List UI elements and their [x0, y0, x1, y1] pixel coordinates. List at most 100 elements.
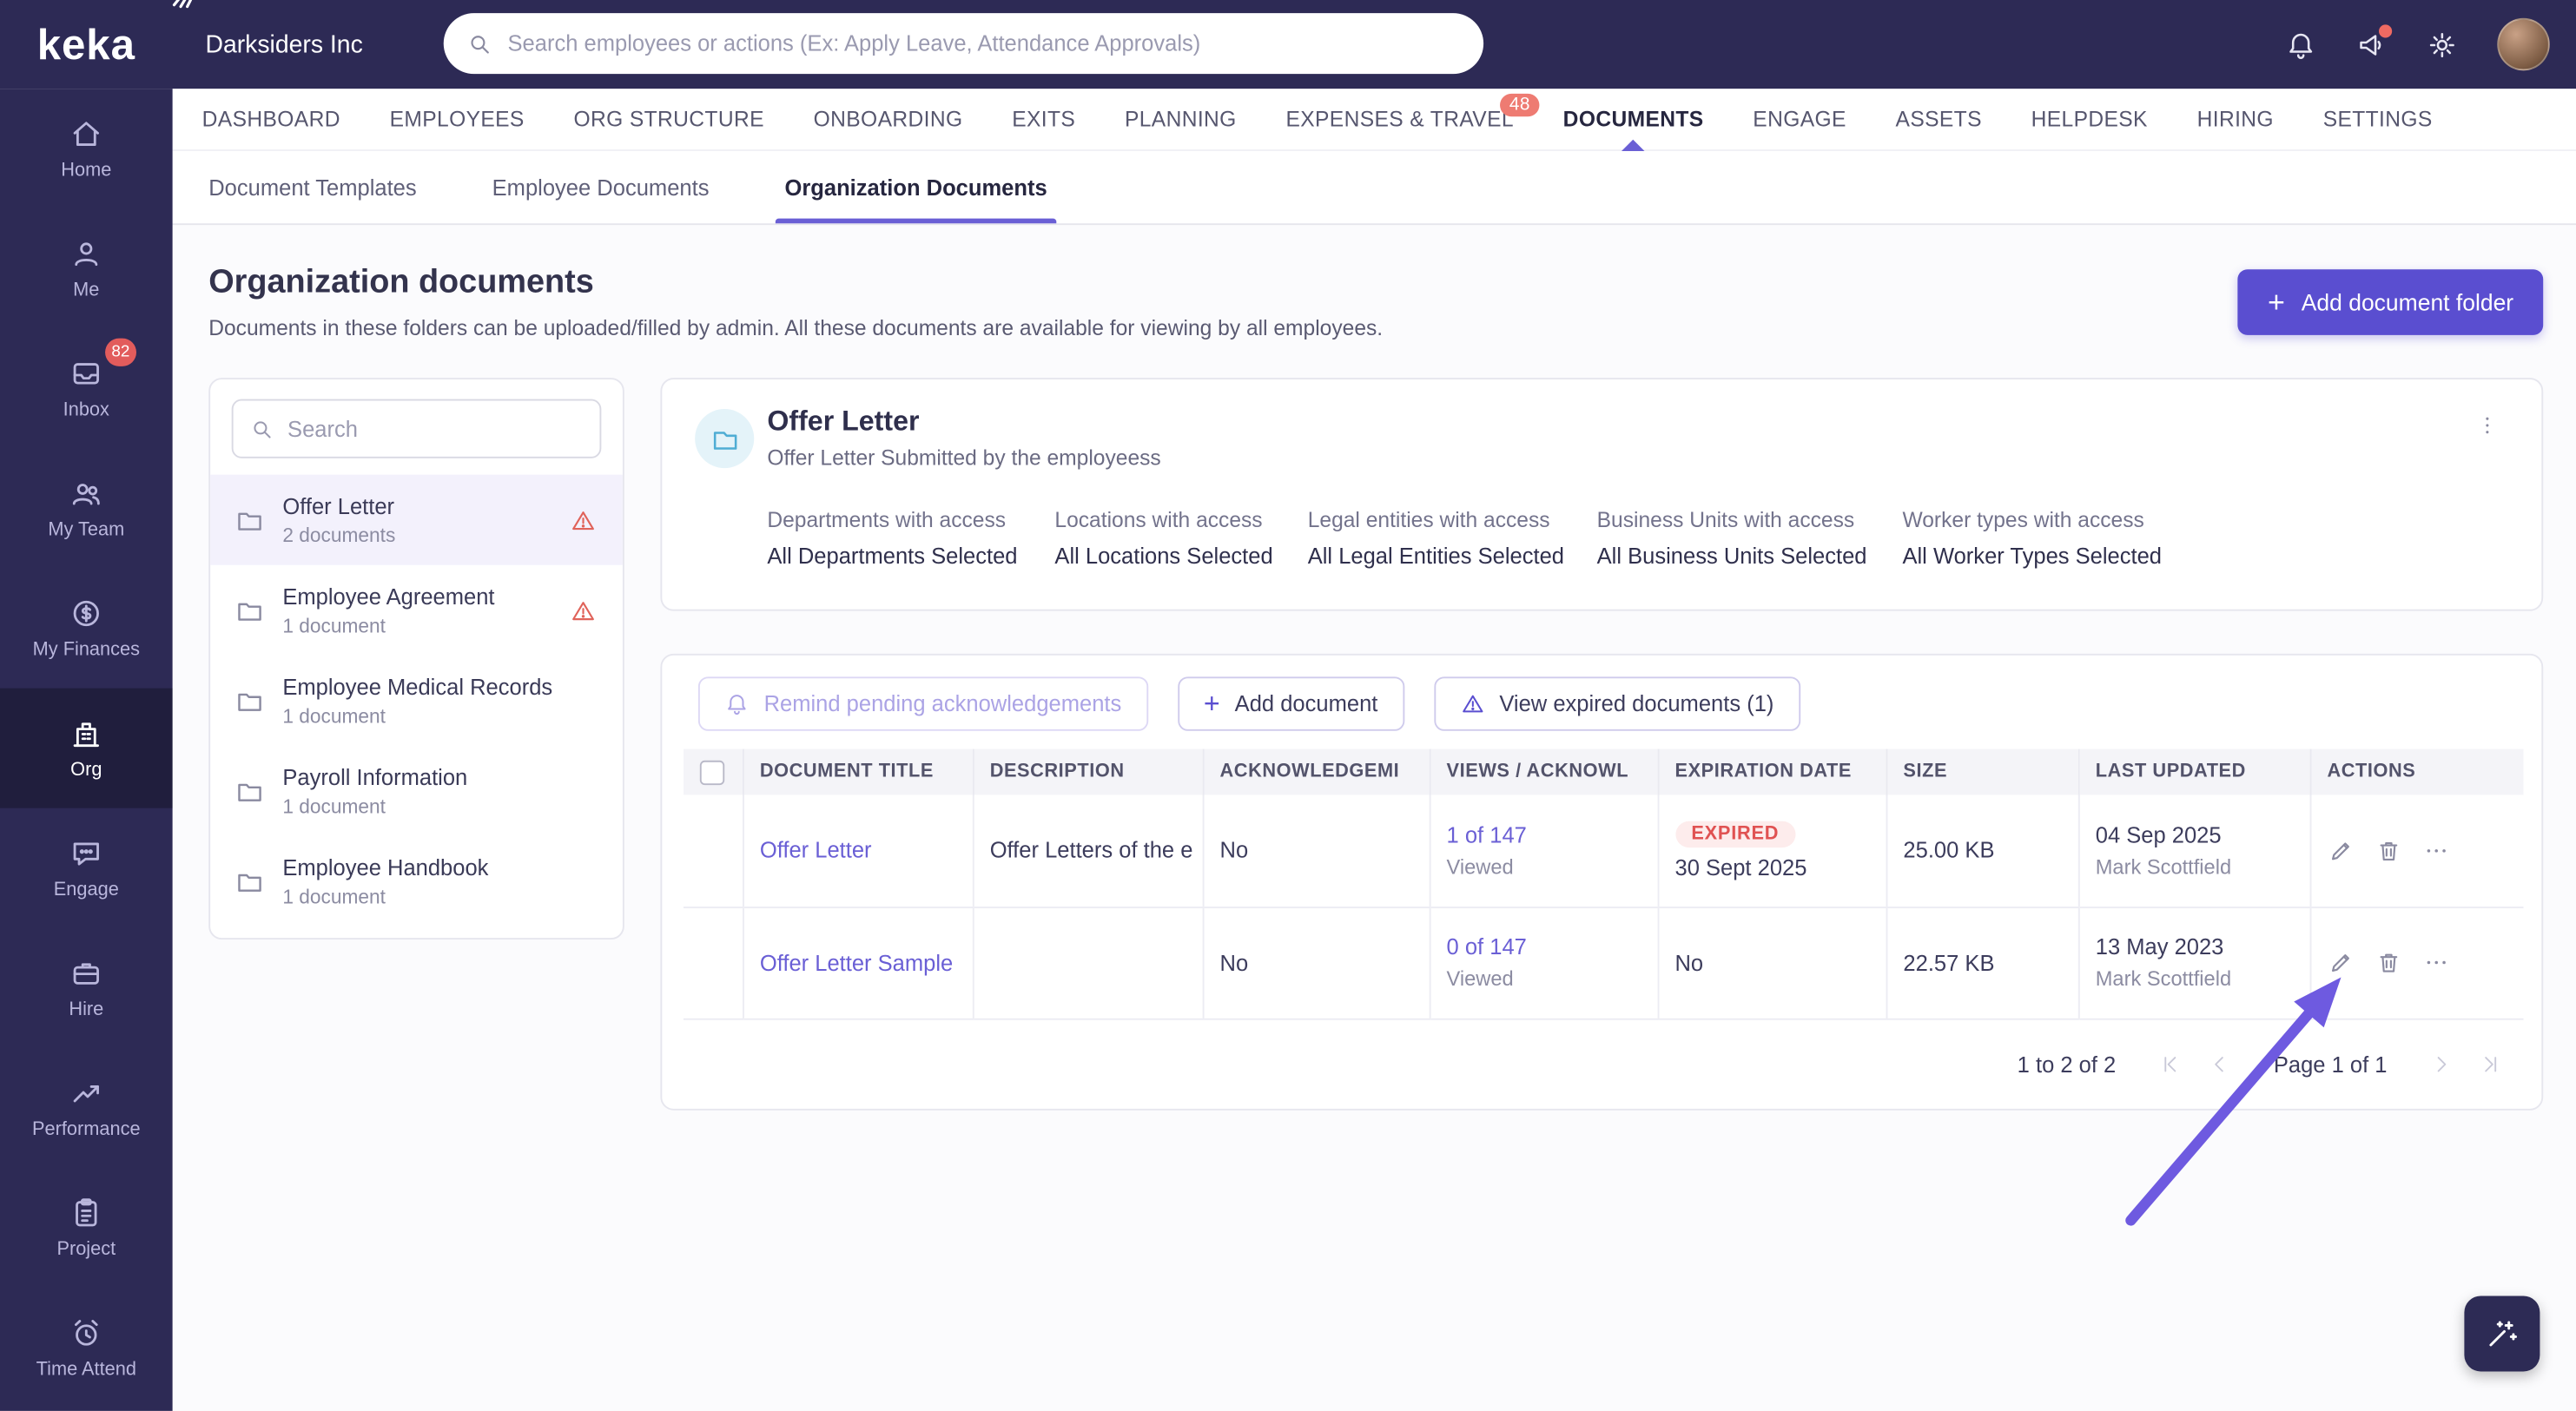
bell-icon — [728, 695, 746, 715]
folder-name: Offer Letter — [282, 493, 395, 518]
search-icon — [254, 420, 271, 438]
nav-tab-engage[interactable]: ENGAGE — [1753, 89, 1846, 149]
plus-icon: + — [1203, 688, 1220, 720]
delete-trash-icon[interactable] — [2375, 837, 2401, 863]
pagination: 1 to 2 of 2 Page 1 of 1 — [662, 1019, 2541, 1077]
nav-tab-employees[interactable]: EMPLOYEES — [390, 89, 525, 149]
sidebar-item-performance[interactable]: Performance — [0, 1048, 173, 1168]
inbox-count-badge: 82 — [104, 338, 137, 366]
nav-tab-expenses-travel[interactable]: EXPENSES & TRAVEL 48 — [1285, 89, 1541, 149]
sidebar-item-me[interactable]: Me — [0, 208, 173, 328]
more-options-icon[interactable] — [2422, 949, 2448, 975]
global-search[interactable] — [443, 13, 1484, 75]
document-size: 22.57 KB — [1885, 907, 2078, 1019]
edit-pencil-icon[interactable] — [2327, 837, 2353, 863]
folder-kebab-menu-icon[interactable] — [2469, 405, 2506, 445]
sidebar-item-label: Org — [70, 760, 102, 781]
table-row: Offer Letter Offer Letters of the e No 1… — [683, 795, 2524, 908]
select-all-checkbox[interactable] — [699, 759, 725, 785]
row-actions — [2327, 949, 2507, 975]
views-sub-label: Viewed — [1446, 855, 1514, 879]
documents-table-card: Remind pending acknowledgements + Add do… — [660, 653, 2544, 1111]
global-search-input[interactable] — [507, 30, 1461, 56]
nav-tab-onboarding[interactable]: ONBOARDING — [814, 89, 963, 149]
subnav-document-templates[interactable]: Document Templates — [208, 151, 416, 223]
subnav-organization-documents[interactable]: Organization Documents — [775, 151, 1057, 224]
sidebar-item-label: Performance — [32, 1120, 141, 1140]
folder-count: 1 document — [282, 884, 386, 908]
folder-access-row: Departments with access All Departments … — [767, 508, 2508, 569]
views-sub-label: Viewed — [1446, 967, 1514, 991]
plus-icon: + — [2267, 286, 2285, 319]
keka-logo[interactable]: keka — [0, 0, 193, 89]
main-nav: DASHBOARD EMPLOYEES ORG STRUCTURE ONBOAR… — [172, 89, 2576, 152]
sidebar-item-inbox[interactable]: Inbox 82 — [0, 328, 173, 448]
updated-by: Mark Scottfield — [2095, 855, 2232, 879]
sidebar-item-project[interactable]: Project — [0, 1168, 173, 1288]
folder-item-employee-agreement[interactable]: Employee Agreement 1 document — [210, 565, 623, 656]
access-label: Locations with access — [1054, 507, 1263, 532]
folder-search[interactable] — [231, 399, 602, 458]
documents-toolbar: Remind pending acknowledgements + Add do… — [662, 656, 2541, 749]
add-document-button[interactable]: + Add document — [1177, 676, 1404, 731]
folder-search-input[interactable] — [287, 416, 584, 441]
remind-pending-acknowledgements-button[interactable]: Remind pending acknowledgements — [697, 676, 1148, 731]
document-title-link[interactable]: Offer Letter Sample — [760, 950, 953, 974]
sidebar-item-my-team[interactable]: My Team — [0, 448, 173, 568]
sidebar-item-hire[interactable]: Hire — [0, 928, 173, 1048]
access-departments: Departments with access All Departments … — [767, 508, 1054, 569]
views-link[interactable]: 1 of 147 — [1447, 822, 1527, 847]
expiration-date: 30 Sept 2025 — [1674, 855, 1807, 881]
sidebar-item-engage[interactable]: Engage — [0, 808, 173, 928]
folder-icon — [238, 511, 261, 530]
more-options-icon[interactable] — [2422, 837, 2448, 863]
add-document-folder-button[interactable]: + Add document folder — [2237, 269, 2544, 335]
updated-date: 04 Sep 2025 — [2095, 822, 2222, 847]
views-link[interactable]: 0 of 147 — [1447, 934, 1527, 959]
document-title-link[interactable]: Offer Letter — [760, 838, 872, 862]
content-area: Organization documents Documents in thes… — [172, 225, 2576, 1411]
nav-tab-exits[interactable]: EXITS — [1012, 89, 1075, 149]
sidebar-item-org[interactable]: Org — [0, 688, 173, 808]
updated-date: 13 May 2023 — [2095, 934, 2224, 959]
folder-item-employee-handbook[interactable]: Employee Handbook 1 document — [210, 836, 623, 926]
folder-item-payroll-information[interactable]: Payroll Information 1 document — [210, 746, 623, 836]
nav-tab-dashboard[interactable]: DASHBOARD — [202, 89, 340, 149]
last-page-icon[interactable] — [2479, 1053, 2501, 1076]
access-value: All Locations Selected — [1054, 544, 1273, 569]
folder-name: Payroll Information — [282, 764, 468, 789]
next-page-icon[interactable] — [2430, 1053, 2453, 1076]
announcements-icon[interactable] — [2356, 23, 2393, 60]
nav-tab-assets[interactable]: ASSETS — [1896, 89, 1982, 149]
notifications-bell-icon[interactable] — [2285, 29, 2316, 60]
delete-trash-icon[interactable] — [2375, 949, 2401, 975]
sidebar-item-home[interactable]: Home — [0, 89, 173, 208]
sidebar: Home Me Inbox 82 My Team My Finances Org… — [0, 89, 173, 1411]
nav-tab-documents[interactable]: DOCUMENTS — [1563, 89, 1704, 152]
view-expired-documents-button[interactable]: View expired documents (1) — [1433, 676, 1800, 731]
nav-tab-planning[interactable]: PLANNING — [1125, 89, 1237, 149]
subnav-employee-documents[interactable]: Employee Documents — [492, 151, 710, 223]
clock-icon — [74, 1320, 98, 1346]
folder-item-offer-letter[interactable]: Offer Letter 2 documents — [210, 474, 623, 565]
folder-item-employee-medical-records[interactable]: Employee Medical Records 1 document — [210, 656, 623, 746]
sidebar-item-my-finances[interactable]: My Finances — [0, 568, 173, 688]
sidebar-item-time-attend[interactable]: Time Attend — [0, 1288, 173, 1408]
access-legal-entities: Legal entities with access All Legal Ent… — [1308, 508, 1597, 569]
folder-icon — [238, 782, 261, 801]
nav-tab-helpdesk[interactable]: HELPDESK — [2031, 89, 2148, 149]
previous-page-icon[interactable] — [2208, 1053, 2230, 1076]
nav-tab-hiring[interactable]: HIRING — [2197, 89, 2274, 149]
magic-wand-fab[interactable] — [2464, 1296, 2540, 1372]
nav-tab-org-structure[interactable]: ORG STRUCTURE — [573, 89, 763, 149]
user-avatar[interactable] — [2497, 17, 2550, 71]
sidebar-item-label: Engage — [53, 880, 119, 900]
column-expiration-date: EXPIRATION DATE — [1656, 748, 1886, 795]
remind-button-label: Remind pending acknowledgements — [763, 691, 1122, 716]
keka-logo-spark-icon — [172, 0, 193, 9]
nav-tab-settings[interactable]: SETTINGS — [2323, 89, 2433, 149]
row-actions — [2327, 837, 2507, 863]
edit-pencil-icon[interactable] — [2327, 949, 2353, 975]
first-page-icon[interactable] — [2158, 1053, 2181, 1076]
settings-gear-icon[interactable] — [2427, 29, 2458, 60]
